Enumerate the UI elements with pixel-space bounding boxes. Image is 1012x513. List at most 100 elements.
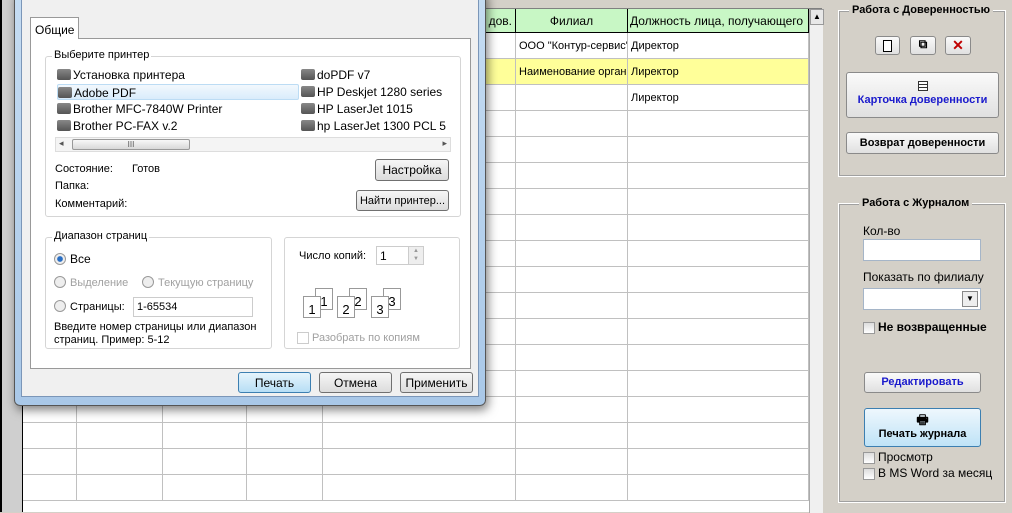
edit-button[interactable]: Редактировать [864, 372, 981, 393]
table-row[interactable] [23, 449, 809, 475]
table-cell[interactable] [628, 215, 809, 241]
table-cell[interactable] [628, 189, 809, 215]
table-cell[interactable] [516, 319, 628, 345]
proxy-card-button[interactable]: Карточка доверенности [846, 72, 999, 118]
table-cell[interactable] [516, 215, 628, 241]
find-printer-button[interactable]: Найти принтер... [356, 190, 449, 211]
msword-checkbox[interactable]: В MS Word за месяц [863, 466, 992, 480]
collate-checkbox[interactable]: Разобрать по копиям [297, 332, 420, 345]
table-cell[interactable] [516, 475, 628, 501]
table-cell[interactable] [23, 475, 77, 501]
table-cell[interactable]: Лиректор [628, 85, 809, 111]
table-cell[interactable] [516, 189, 628, 215]
table-row[interactable] [23, 475, 809, 501]
printer-item[interactable]: HP Deskjet 1280 series [301, 84, 442, 100]
printer-item[interactable]: hp LaserJet 1300 PCL 5 [301, 118, 446, 134]
table-cell[interactable]: ООО "Контур-сервис" [516, 33, 628, 59]
table-cell[interactable] [516, 423, 628, 449]
table-cell[interactable] [628, 293, 809, 319]
table-cell[interactable] [247, 449, 323, 475]
table-cell[interactable] [628, 267, 809, 293]
chevron-down-icon[interactable]: ▼ [962, 291, 978, 307]
table-cell[interactable] [516, 241, 628, 267]
table-cell[interactable]: Директор [628, 33, 809, 59]
table-cell[interactable] [163, 475, 247, 501]
table-cell[interactable] [516, 371, 628, 397]
table-cell[interactable] [516, 111, 628, 137]
table-cell[interactable] [628, 163, 809, 189]
scroll-left-icon[interactable]: ◂ [59, 138, 64, 149]
table-cell[interactable] [628, 241, 809, 267]
not-returned-checkbox[interactable]: Не возвращенные [863, 320, 987, 334]
horizontal-scrollbar[interactable]: ◂ III ▸ [55, 137, 451, 152]
table-cell[interactable] [323, 423, 516, 449]
radio-pages[interactable]: Страницы: [54, 300, 125, 313]
table-cell[interactable] [628, 371, 809, 397]
table-cell[interactable] [163, 423, 247, 449]
table-cell[interactable] [23, 449, 77, 475]
table-cell[interactable] [628, 423, 809, 449]
printer-item[interactable]: Установка принтера [57, 67, 185, 83]
table-cell[interactable] [628, 475, 809, 501]
table-cell[interactable] [77, 475, 163, 501]
spinner-arrows-icon[interactable]: ▲ ▼ [408, 247, 423, 264]
table-cell[interactable] [516, 85, 628, 111]
table-cell[interactable] [516, 293, 628, 319]
printer-item[interactable]: Adobe PDF [57, 84, 299, 100]
printer-icon: 🖶 [916, 412, 929, 427]
dialog-body: Общие Выберите принтер Установка принтер… [21, 0, 479, 397]
copies-spinner[interactable]: 1 ▲ ▼ [376, 246, 424, 265]
radio-selection[interactable]: Выделение [54, 276, 128, 289]
table-cell[interactable] [323, 475, 516, 501]
printer-item[interactable]: Brother PC-FAX v.2 [57, 118, 177, 134]
table-cell[interactable] [628, 111, 809, 137]
print-button[interactable]: Печать [238, 372, 311, 393]
scroll-up-icon[interactable]: ▲ [810, 9, 824, 25]
table-cell[interactable] [247, 423, 323, 449]
table-cell[interactable] [516, 449, 628, 475]
table-cell[interactable] [516, 137, 628, 163]
table-cell[interactable] [628, 319, 809, 345]
setup-button[interactable]: Настройка [375, 159, 449, 181]
table-cell[interactable] [163, 449, 247, 475]
tab-general[interactable]: Общие [30, 17, 79, 39]
table-cell[interactable] [628, 345, 809, 371]
printer-item[interactable]: doPDF v7 [301, 67, 370, 83]
vertical-scrollbar[interactable]: ▲ [809, 9, 824, 513]
copy-button[interactable]: ⧉ [910, 36, 936, 55]
pages-input[interactable] [133, 297, 253, 317]
branch-select[interactable]: ▼ [863, 288, 981, 310]
delete-button[interactable]: ✕ [945, 36, 971, 55]
apply-button[interactable]: Применить [400, 372, 473, 393]
printer-item[interactable]: HP LaserJet 1015 [301, 101, 413, 117]
table-cell[interactable] [77, 449, 163, 475]
return-proxy-button[interactable]: Возврат доверенности [846, 132, 999, 154]
table-cell[interactable] [23, 423, 77, 449]
table-cell[interactable] [516, 267, 628, 293]
qty-input[interactable] [863, 239, 981, 261]
new-button[interactable] [875, 36, 900, 55]
table-cell[interactable] [516, 345, 628, 371]
table-cell[interactable] [628, 397, 809, 423]
table-cell[interactable] [323, 449, 516, 475]
cancel-button[interactable]: Отмена [319, 372, 392, 393]
table-cell[interactable] [628, 449, 809, 475]
table-cell[interactable] [516, 397, 628, 423]
column-header-branch[interactable]: Филиал [516, 9, 628, 33]
radio-current-page[interactable]: Текущую страницу [142, 276, 253, 289]
column-header-position[interactable]: Должность лица, получающего [628, 9, 809, 33]
print-journal-button[interactable]: 🖶 Печать журнала [864, 408, 981, 447]
table-cell[interactable] [628, 137, 809, 163]
table-cell[interactable]: Лиректор [628, 59, 809, 85]
preview-checkbox[interactable]: Просмотр [863, 450, 933, 464]
table-cell[interactable] [247, 475, 323, 501]
radio-all[interactable]: Все [54, 252, 91, 266]
scroll-right-icon[interactable]: ▸ [442, 138, 447, 149]
table-cell[interactable]: Наименование организации [516, 59, 628, 85]
table-cell[interactable] [516, 163, 628, 189]
printer-item[interactable]: Brother MFC-7840W Printer [57, 101, 222, 117]
scroll-thumb[interactable]: III [72, 139, 190, 150]
table-row[interactable] [23, 423, 809, 449]
table-cell[interactable] [77, 423, 163, 449]
tab-panel: Выберите принтер Установка принтера Adobe… [30, 38, 471, 369]
